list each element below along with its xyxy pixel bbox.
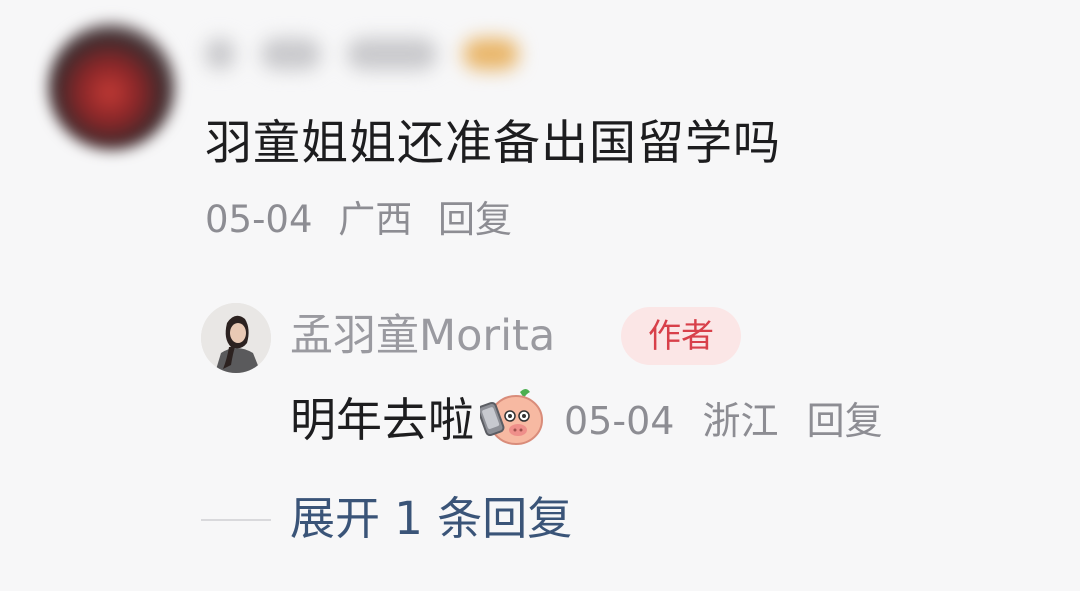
commenter-avatar[interactable] (48, 22, 176, 150)
expand-replies-button[interactable]: 展开 1 条回复 (290, 488, 572, 550)
blurred-block (463, 38, 519, 70)
comment-date: 05-04 (205, 198, 313, 241)
reply-avatar[interactable] (201, 303, 271, 373)
comment-text: 羽童姐姐还准备出国留学吗 (205, 116, 781, 171)
blurred-block (205, 38, 235, 70)
comment-location: 广西 (338, 198, 413, 241)
avatar-portrait-icon (201, 303, 271, 373)
expand-divider (201, 519, 271, 521)
reply-username[interactable]: 孟羽童Morita (290, 306, 555, 366)
pig-phone-emoji-icon (480, 389, 543, 445)
blurred-block (347, 38, 437, 70)
comment-reply-button[interactable]: 回复 (438, 198, 512, 241)
reply-meta: 05-04 浙江 回复 (564, 390, 899, 445)
reply-location: 浙江 (702, 398, 779, 443)
reply-content-row: 明年去啦 05-04 浙江 回复 (290, 386, 899, 448)
blurred-block (261, 38, 321, 70)
author-badge: 作者 (621, 307, 741, 365)
comment-meta: 05-04 广西 回复 (205, 194, 526, 246)
reply-date: 05-04 (564, 398, 675, 443)
reply-text: 明年去啦 (290, 393, 474, 447)
commenter-username-blurred[interactable] (205, 25, 595, 83)
reply-reply-button[interactable]: 回复 (807, 399, 883, 443)
